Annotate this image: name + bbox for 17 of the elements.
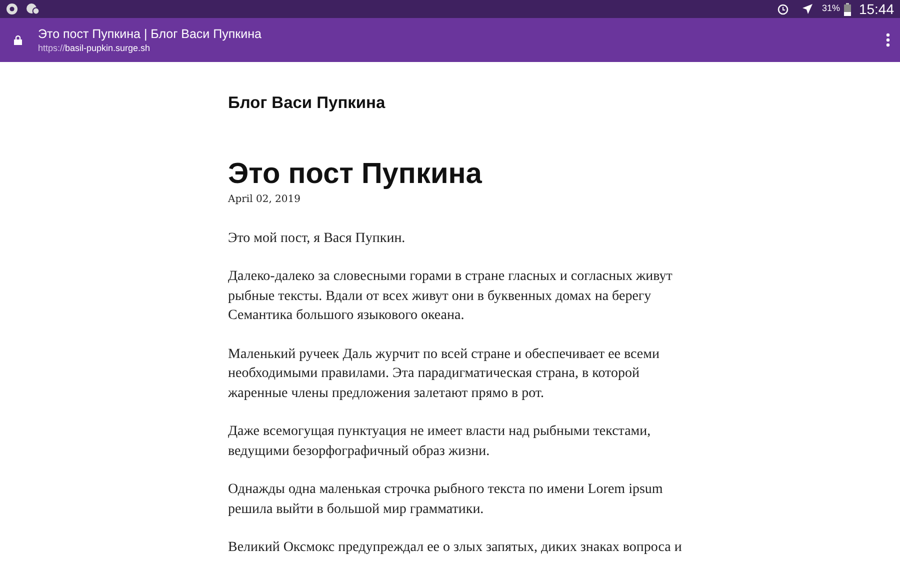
lock-icon (14, 35, 22, 45)
paragraph: Великий Оксмокс предупреждал ее о злых запятых, диких знаках вопроса и (228, 539, 683, 558)
paragraph: Однажды одна маленькая строчка рыбного текста по имени Lorem ipsum решила выйти в большой мир грамматики. (228, 481, 664, 519)
post-date: April 02, 2019 (228, 192, 302, 207)
paragraph: Даже всемогущая пунктуация не имеет власти над рыбными текстами, ведущими безорфографичный образ жизни. (228, 423, 652, 461)
alarm-icon (776, 3, 789, 15)
battery-icon (844, 2, 851, 16)
paragraph: Далеко-далеко за словесными горами в стране гласных и согласных живут рыбные тексты. Вдали от всех живут они в буквенных домах на берегу Семантика большого языкового океана. (228, 268, 674, 326)
paragraph: Маленький ручеек Даль журчит по всей стране и обеспечивает ее всеми необходимыми правилами. Эта парадигматическая страна, в которой жаренные члены предложения залетают прямо в рот. (228, 346, 660, 403)
clock-time: 15:44 (858, 0, 894, 18)
page-title: Это пост Пупкина | Блог Васи Пупкина (38, 26, 262, 42)
url-text: https://basil-pupkin.surge.sh (38, 42, 152, 54)
paragraph: Это мой пост, я Вася Пупкин. (228, 230, 406, 248)
battery-percentage: 31% (822, 2, 840, 16)
post-title: Это пост Пупкина (228, 156, 483, 192)
menu-button[interactable] (886, 33, 890, 47)
site-title-link[interactable]: Блог Васи Пупкина (228, 91, 688, 116)
